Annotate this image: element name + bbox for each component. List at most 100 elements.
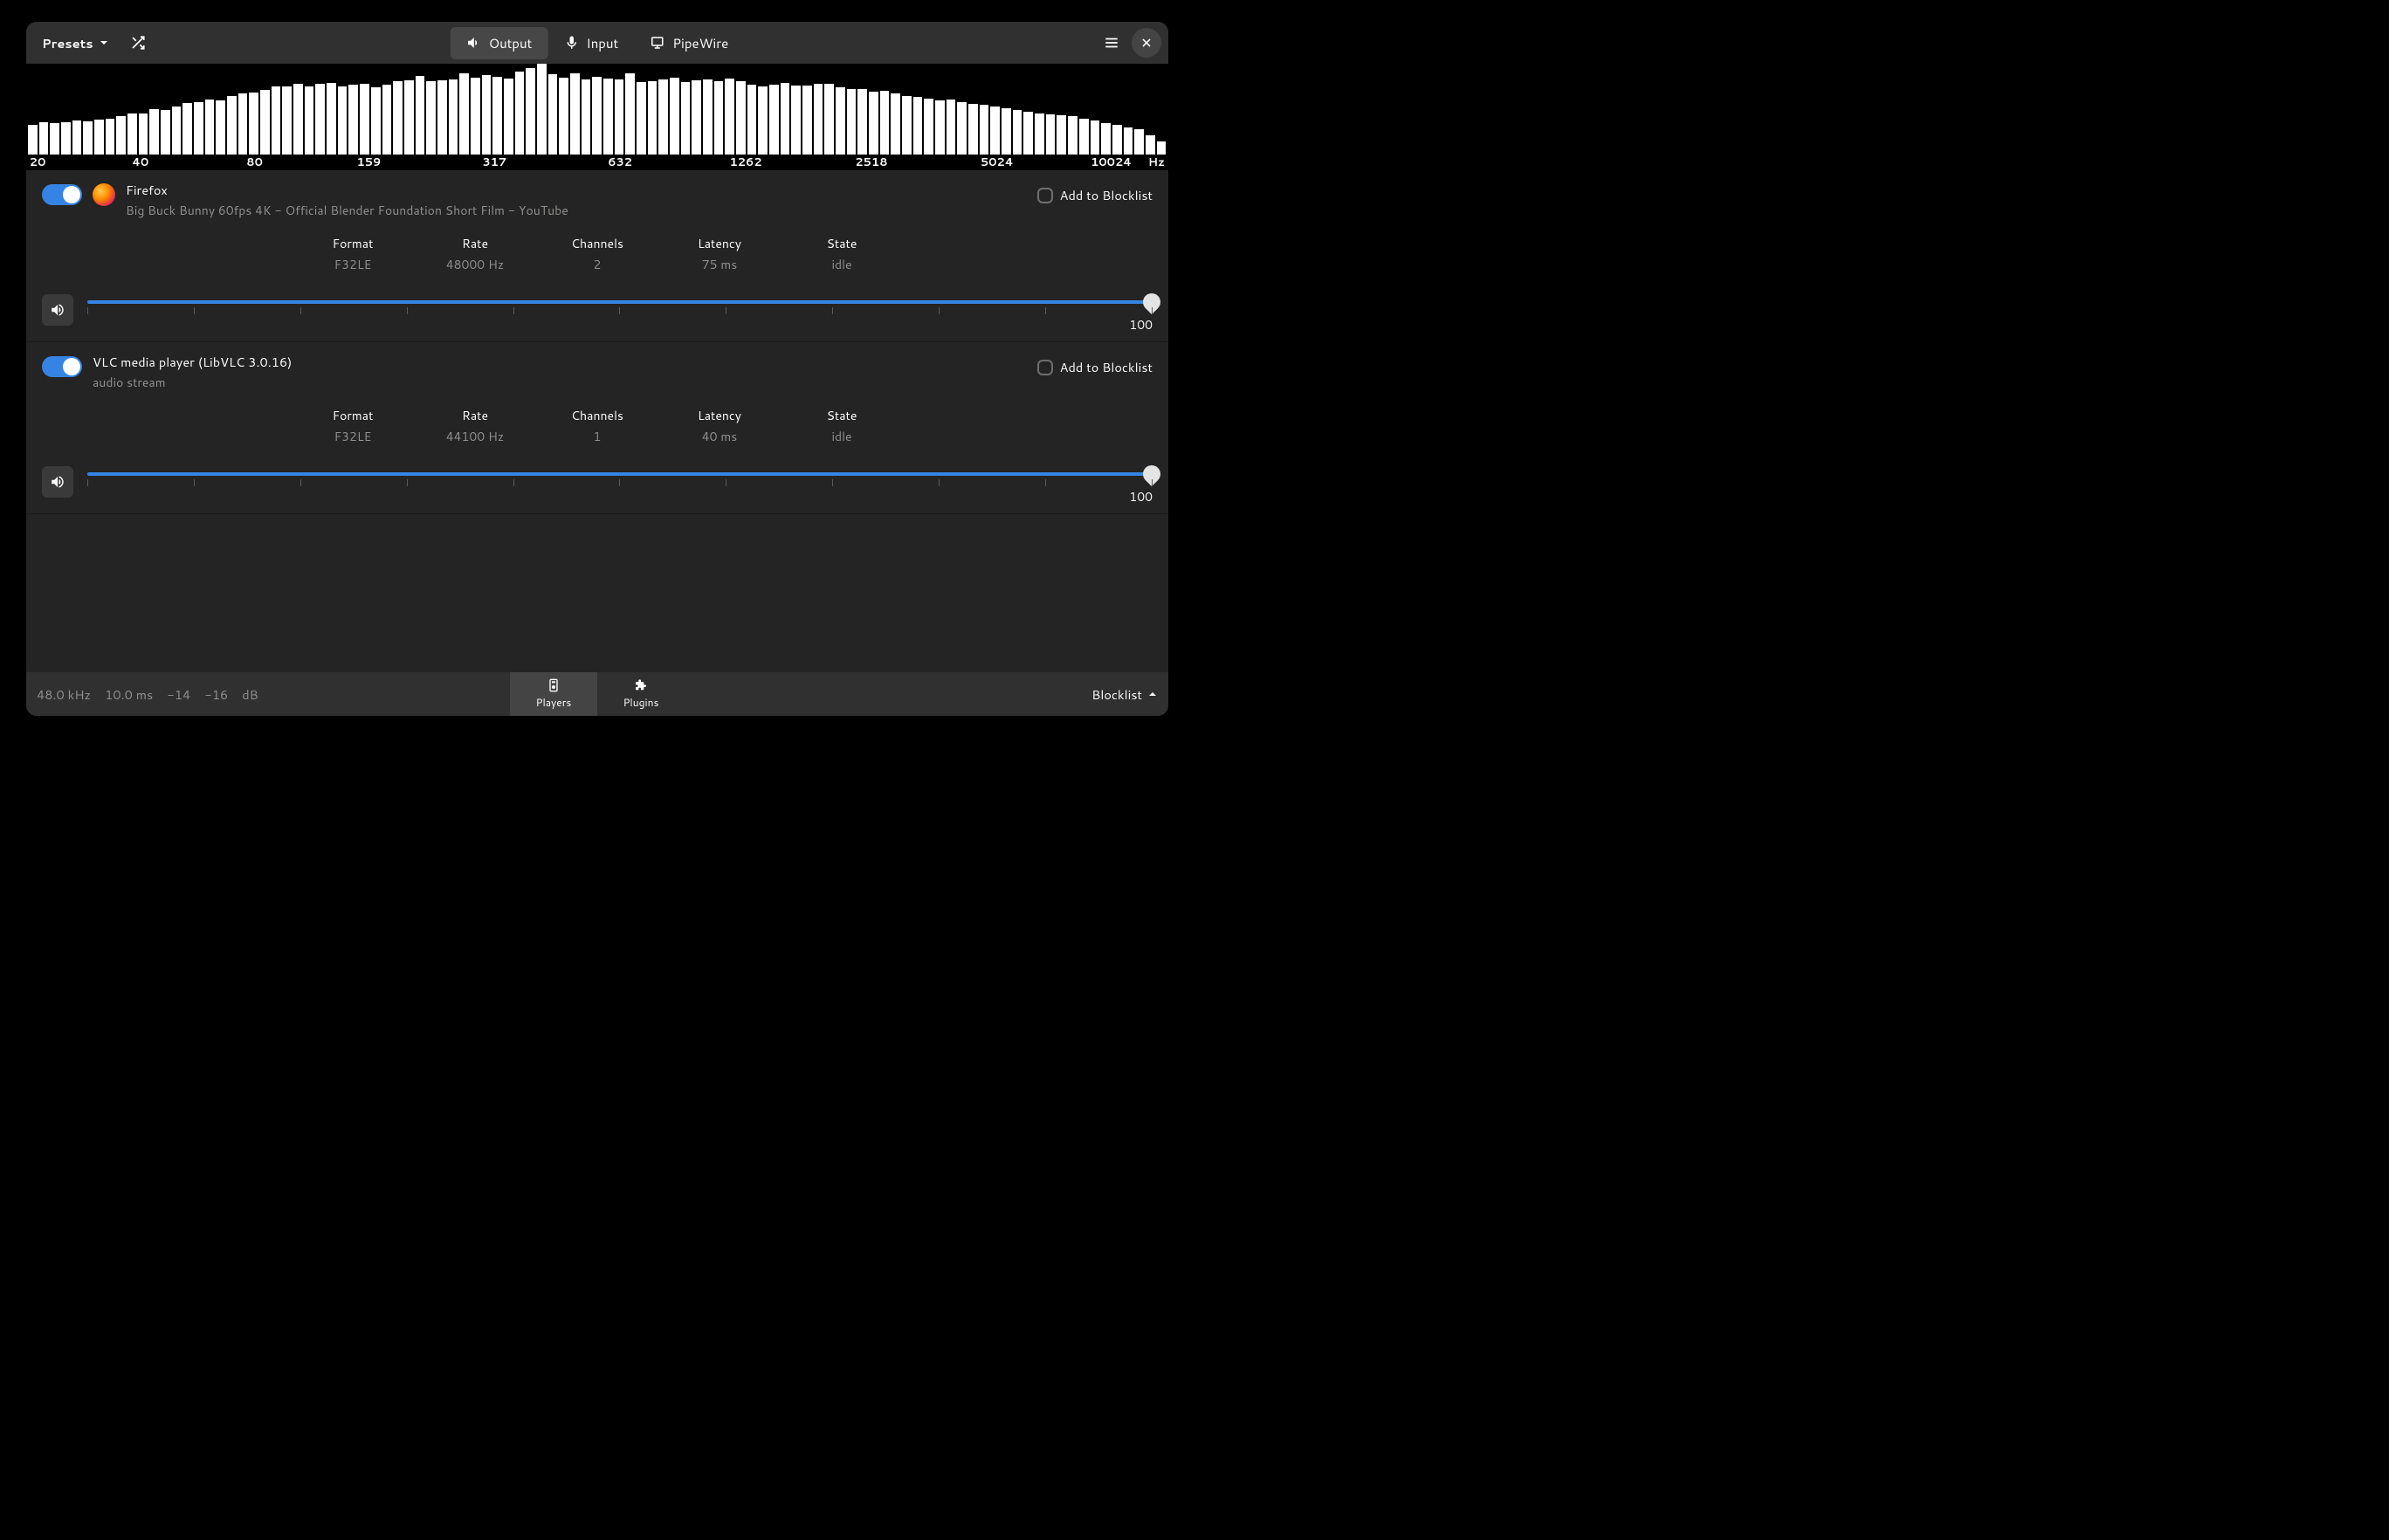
add-to-blocklist-checkbox[interactable]: Add to Blocklist — [1037, 358, 1153, 376]
slider-track — [87, 300, 1153, 304]
stat-label: Channels — [567, 407, 628, 424]
stat-value: 44100 Hz — [444, 428, 506, 445]
spectrum-bar — [139, 113, 148, 155]
spectrum-bar — [1013, 110, 1022, 155]
mute-button[interactable] — [42, 294, 73, 326]
tab-input[interactable]: Input — [547, 27, 634, 59]
spectrum-bar — [28, 125, 38, 155]
tab-output[interactable]: Output — [451, 27, 548, 59]
player-info: FirefoxBig Buck Bunny 60fps 4K - Officia… — [126, 181, 1027, 219]
footer-view-switcher: Players Plugins — [510, 672, 685, 716]
player-enable-toggle[interactable] — [42, 356, 82, 377]
slider-tick — [1152, 307, 1153, 314]
spectrum-bar — [249, 93, 258, 155]
spectrum-bar — [957, 102, 967, 155]
spectrum-bar — [725, 79, 734, 155]
close-window-button[interactable] — [1132, 28, 1161, 58]
freq-label: 632 — [608, 155, 632, 170]
microphone-icon — [563, 35, 579, 51]
spectrum-bar — [537, 64, 547, 155]
freq-label: 10024 — [1091, 155, 1132, 170]
device-icon — [650, 35, 665, 51]
spectrum-bar — [582, 79, 591, 155]
footer-level-l: -14 — [167, 685, 190, 704]
slider-tick — [300, 479, 301, 486]
player-header: VLC media player (LibVLC 3.0.16)audio st… — [42, 353, 1153, 391]
player-subtitle: audio stream — [93, 374, 1027, 391]
headerbar-left: Presets — [33, 29, 155, 58]
spectrum-bar — [393, 81, 403, 155]
spectrum-bar — [769, 85, 779, 155]
spectrum-bar — [857, 89, 867, 155]
spectrum-bar — [227, 96, 237, 155]
spectrum-bar — [935, 100, 945, 155]
slider-tick — [194, 307, 195, 314]
spectrum-bar — [338, 86, 348, 155]
slider-tick — [87, 307, 88, 314]
players-list: FirefoxBig Buck Bunny 60fps 4K - Officia… — [26, 170, 1168, 672]
stat-value: idle — [811, 256, 872, 273]
spectrum-bar — [315, 84, 325, 155]
spectrum-bar — [924, 99, 933, 155]
spectrum-bar — [1046, 114, 1056, 155]
slider-tick — [513, 479, 514, 486]
player-enable-toggle[interactable] — [42, 184, 82, 205]
player-name: Firefox — [126, 181, 1027, 199]
tab-pipewire-label: PipeWire — [672, 34, 728, 52]
stat-label: Format — [322, 407, 383, 424]
spectrum-bar — [968, 104, 978, 155]
spectrum-bar — [824, 84, 834, 155]
player-stats: Format F32LE Rate 44100 Hz Channels1 Latency 4… — [42, 407, 1153, 445]
volume-slider[interactable]: 100 — [87, 472, 1153, 492]
slider-tick — [1152, 479, 1153, 486]
footer-tab-plugins[interactable]: Plugins — [597, 672, 685, 716]
mute-button[interactable] — [42, 466, 73, 498]
spectrum-bar — [1035, 113, 1044, 155]
spectrum-bar — [404, 80, 414, 155]
spectrum-bar — [94, 120, 104, 155]
spectrum-bar — [172, 107, 182, 155]
spectrum-bar — [416, 76, 425, 155]
spectrum-bar — [1124, 127, 1133, 155]
slider-tick — [939, 307, 940, 314]
music-player-icon — [547, 678, 561, 692]
spectrum-bar — [72, 120, 82, 155]
footer-tab-players[interactable]: Players — [510, 672, 597, 716]
stat-channels: Channels2 — [567, 235, 628, 273]
spectrum-bar — [703, 79, 713, 155]
volume-value: 100 — [1129, 316, 1153, 333]
stat-label: Latency — [689, 407, 750, 424]
player-row: VLC media player (LibVLC 3.0.16)audio st… — [26, 342, 1168, 514]
checkbox-icon — [1037, 360, 1053, 375]
slider-tick — [513, 307, 514, 314]
app-window: Presets Output Input PipeWire — [26, 22, 1168, 716]
stat-value: 2 — [567, 256, 628, 273]
volume-row: 100 — [42, 466, 1153, 498]
spectrum-bar — [238, 93, 248, 155]
spectrum-bar — [293, 84, 303, 155]
add-to-blocklist-checkbox[interactable]: Add to Blocklist — [1037, 186, 1153, 204]
blocklist-button[interactable]: Blocklist — [1091, 685, 1158, 704]
stat-channels: Channels1 — [567, 407, 628, 445]
spectrum-freq-labels: 20408015931763212622518502410024 — [26, 155, 1168, 170]
footer-latency: 10.0 ms — [105, 685, 153, 704]
stat-label: Rate — [444, 407, 506, 424]
spectrum-bar — [1079, 119, 1089, 155]
hamburger-menu-button[interactable] — [1097, 28, 1126, 58]
spectrum-bar — [648, 81, 657, 155]
stat-value: F32LE — [322, 428, 383, 445]
spectrum-bar — [449, 79, 458, 155]
speaker-icon — [466, 35, 482, 51]
spectrum-bar — [272, 86, 281, 155]
spectrum-bar — [161, 110, 170, 155]
stat-value: idle — [811, 428, 872, 445]
spectrum-bar — [371, 87, 381, 155]
slider-tick — [619, 479, 620, 486]
player-row: FirefoxBig Buck Bunny 60fps 4K - Officia… — [26, 170, 1168, 342]
tab-pipewire[interactable]: PipeWire — [634, 27, 744, 59]
stat-rate: Rate 44100 Hz — [444, 407, 506, 445]
presets-button[interactable]: Presets — [33, 29, 118, 58]
spectrum-bar — [526, 68, 535, 155]
shuffle-presets-button[interactable] — [121, 30, 155, 56]
volume-slider[interactable]: 100 — [87, 300, 1153, 320]
